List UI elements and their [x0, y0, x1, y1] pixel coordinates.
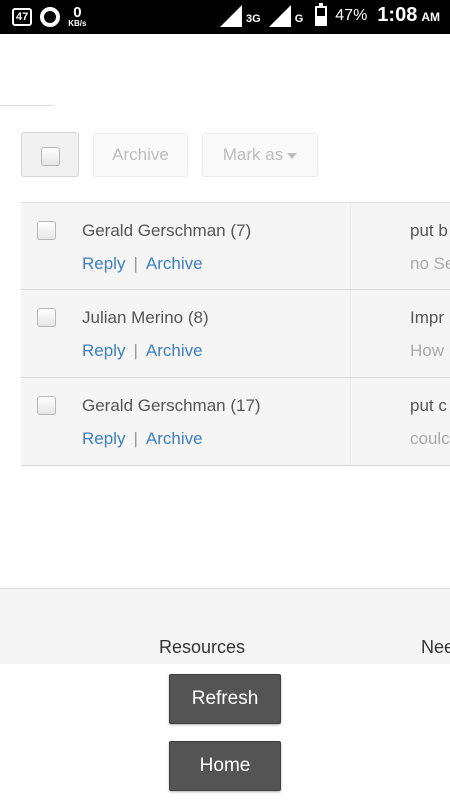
- clock-time: 1:08: [377, 4, 418, 26]
- message-preview: coulc: [410, 429, 450, 448]
- status-bar-left: 47 0 KB/s: [12, 5, 86, 28]
- mark-as-label: Mark as: [222, 145, 284, 164]
- message-sender[interactable]: Gerald Gerschman (7): [82, 221, 251, 241]
- message-row[interactable]: Gerald Gerschman (7) Reply | Archive put b…: [21, 202, 450, 290]
- message-actions: Reply | Archive: [82, 429, 203, 449]
- caret-down-icon: [287, 152, 298, 159]
- message-row[interactable]: Gerald Gerschman (17) Reply | Archive put …: [21, 378, 450, 466]
- column-divider: [350, 290, 351, 377]
- archive-link[interactable]: Archive: [146, 254, 203, 273]
- network-type-label: 3G: [246, 13, 261, 25]
- message-subject[interactable]: put b: [410, 221, 450, 241]
- archive-button-label: Archive: [112, 145, 169, 164]
- sync-ring-icon: [40, 6, 61, 27]
- clock-ampm: AM: [421, 10, 440, 24]
- battery-fill: [317, 15, 326, 24]
- column-divider: [350, 203, 351, 289]
- footer: Resources Nee: [0, 588, 450, 664]
- footer-next-heading: Nee: [421, 637, 450, 657]
- action-separator: |: [133, 341, 138, 360]
- message-subject[interactable]: put c: [410, 396, 450, 416]
- refresh-button[interactable]: Refresh: [169, 674, 281, 724]
- reply-link[interactable]: Reply: [82, 341, 125, 360]
- message-actions: Reply | Archive: [82, 254, 203, 274]
- footer-resources-heading: Resources: [159, 637, 246, 657]
- reply-link[interactable]: Reply: [82, 429, 125, 448]
- status-bar-right: 3G G 47% 1:08 AM: [220, 2, 440, 27]
- status-bar: 47 0 KB/s 3G G 47% 1:08 AM: [0, 0, 450, 34]
- message-checkbox[interactable]: [37, 396, 56, 415]
- message-list: Gerald Gerschman (7) Reply | Archive put b…: [21, 202, 450, 466]
- battery-icon: [315, 2, 328, 26]
- network-speed-unit: KB/s: [68, 19, 87, 28]
- message-preview: How: [410, 341, 445, 360]
- message-checkbox[interactable]: [37, 221, 56, 240]
- select-all-button[interactable]: [21, 132, 79, 177]
- network-type-label-2: G: [294, 13, 304, 25]
- message-checkbox[interactable]: [37, 308, 56, 327]
- message-sender[interactable]: Julian Merino (8): [82, 308, 209, 328]
- archive-button[interactable]: Archive: [93, 133, 188, 177]
- archive-link[interactable]: Archive: [146, 429, 203, 448]
- mark-as-dropdown[interactable]: Mark as: [202, 133, 318, 177]
- message-actions: Reply | Archive: [82, 341, 203, 361]
- network-speed-value: 0: [73, 4, 82, 21]
- signal-strength-icon: [220, 4, 243, 27]
- message-subject[interactable]: Impr: [410, 308, 450, 328]
- network-speed: 0 KB/s: [68, 5, 86, 28]
- action-separator: |: [133, 254, 138, 273]
- notification-count-icon: 47: [12, 7, 33, 26]
- message-preview: no Se: [410, 254, 450, 273]
- column-divider: [350, 378, 351, 465]
- archive-link[interactable]: Archive: [146, 341, 203, 360]
- battery-percent: 47%: [335, 6, 368, 24]
- message-row[interactable]: Julian Merino (8) Reply | Archive Impr How: [21, 290, 450, 378]
- message-sender[interactable]: Gerald Gerschman (17): [82, 396, 261, 416]
- select-all-checkbox[interactable]: [41, 147, 60, 166]
- header-divider: [0, 105, 54, 106]
- reply-link[interactable]: Reply: [82, 254, 125, 273]
- signal-strength-icon-2: [268, 4, 291, 27]
- action-separator: |: [133, 429, 138, 448]
- home-button[interactable]: Home: [169, 741, 281, 791]
